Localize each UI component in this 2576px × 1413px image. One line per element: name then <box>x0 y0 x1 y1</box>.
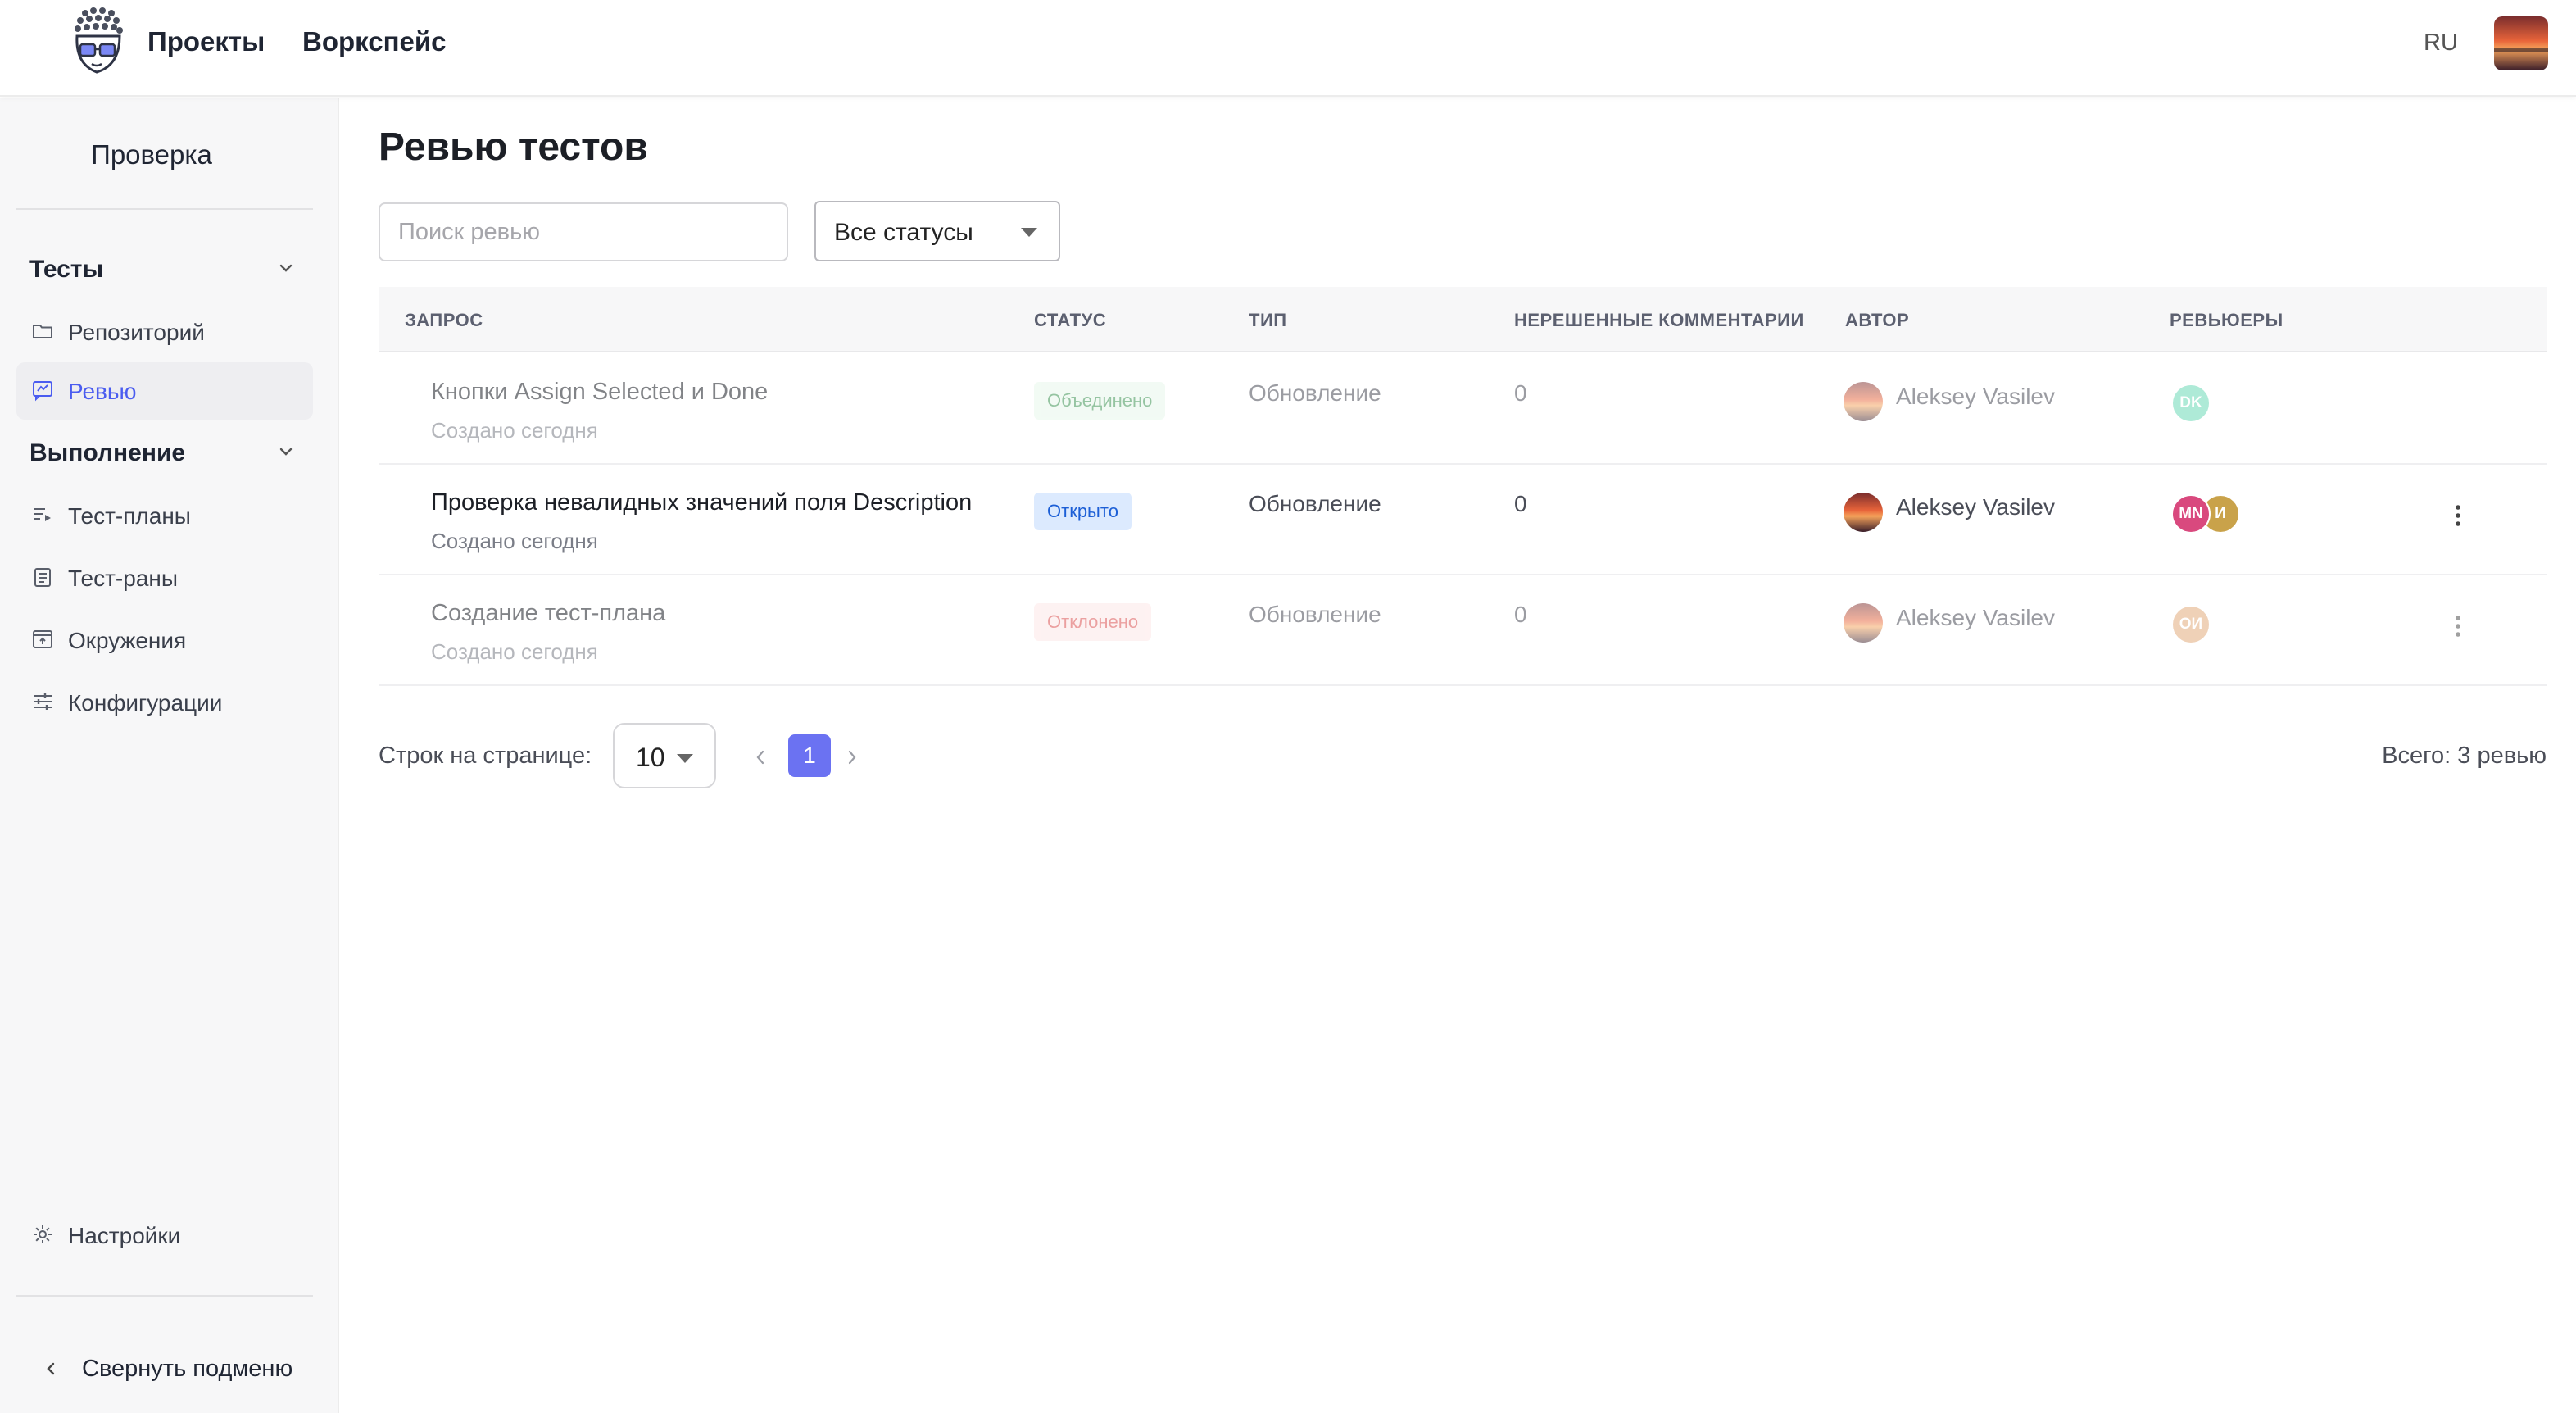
review-icon <box>31 379 54 402</box>
reviewer-avatar: ОИ <box>2171 605 2211 644</box>
review-title[interactable]: Проверка невалидных значений поля Descri… <box>431 489 972 516</box>
status-filter-select[interactable]: Все статусы <box>814 201 1060 261</box>
sidebar-divider <box>16 1295 313 1297</box>
pagination-page-button[interactable]: 1 <box>788 734 831 777</box>
status-badge: Объединено <box>1034 382 1166 420</box>
total-count: Всего: 3 ревью <box>2382 743 2547 769</box>
sidebar-item-configurations[interactable]: Конфигурации <box>16 674 313 731</box>
app-logo[interactable] <box>69 7 128 77</box>
page-title: Ревью тестов <box>379 125 648 169</box>
sidebar-section-execution[interactable]: Выполнение <box>29 439 185 467</box>
review-created: Создано сегодня <box>431 418 598 443</box>
sidebar-item-review[interactable]: Ревью <box>16 362 313 420</box>
table-header: Запрос Статус Тип Нерешенные комментарии… <box>379 287 2547 352</box>
review-title[interactable]: Кнопки Assign Selected и Done <box>431 379 768 406</box>
clipboard-icon <box>31 566 54 588</box>
sidebar-project-title: Проверка <box>91 139 212 170</box>
author-avatar <box>1844 603 1883 643</box>
sidebar: Проверка Тесты Репозиторий Ревью Выполне… <box>0 98 339 1413</box>
sidebar-divider <box>16 208 313 210</box>
window-icon <box>31 628 54 651</box>
review-type: Обновление <box>1249 380 1381 406</box>
sidebar-item-label: Настройки <box>68 1223 181 1248</box>
reviewer-avatar: MN <box>2171 494 2211 534</box>
column-header-request[interactable]: Запрос <box>405 310 483 331</box>
sidebar-item-label: Ревью <box>68 379 137 404</box>
table-row[interactable]: Создание тест-плана Создано сегодня Откл… <box>379 575 2547 686</box>
rows-per-page-select[interactable]: 10 <box>613 723 716 788</box>
more-actions-icon[interactable] <box>2450 611 2466 641</box>
sliders-icon <box>31 690 54 713</box>
sidebar-item-test-plans[interactable]: Тест-планы <box>16 487 313 544</box>
sidebar-item-label: Окружения <box>68 628 187 653</box>
status-filter-value: Все статусы <box>834 219 973 246</box>
collapse-submenu-button[interactable]: Свернуть подменю <box>33 1344 311 1393</box>
main-content: Ревью тестов Все статусы Запрос Статус Т… <box>341 98 2576 1413</box>
column-header-comments[interactable]: Нерешенные комментарии <box>1514 310 1804 331</box>
rows-per-page-label: Строк на странице: <box>379 743 592 769</box>
status-badge: Открыто <box>1034 493 1132 530</box>
chevron-right-icon[interactable] <box>842 746 862 769</box>
list-icon <box>31 503 54 526</box>
more-actions-icon[interactable] <box>2450 501 2466 530</box>
author-name: Aleksey Vasilev <box>1896 605 2056 630</box>
review-created: Создано сегодня <box>431 639 598 664</box>
chevron-left-icon <box>41 1359 61 1379</box>
caret-down-icon <box>1021 228 1037 237</box>
author-name: Aleksey Vasilev <box>1896 384 2056 409</box>
sidebar-item-repository[interactable]: Репозиторий <box>16 303 313 361</box>
review-type: Обновление <box>1249 491 1381 516</box>
chevron-down-icon[interactable] <box>275 257 297 279</box>
sidebar-item-label: Конфигурации <box>68 690 223 716</box>
column-header-reviewers[interactable]: Ревьюеры <box>2170 310 2283 331</box>
table-row[interactable]: Кнопки Assign Selected и Done Создано се… <box>379 354 2547 465</box>
folder-icon <box>31 320 54 343</box>
caret-down-icon <box>677 754 693 763</box>
author-avatar <box>1844 493 1883 532</box>
status-badge: Отклонено <box>1034 603 1152 641</box>
author-name: Aleksey Vasilev <box>1896 494 2056 520</box>
unresolved-comments-count: 0 <box>1514 491 1527 516</box>
gear-icon <box>31 1223 54 1246</box>
column-header-type[interactable]: Тип <box>1249 310 1287 331</box>
top-bar: Проекты Воркспейс RU <box>0 0 2576 97</box>
sidebar-item-label: Тест-планы <box>68 503 191 529</box>
sidebar-item-label: Репозиторий <box>68 320 205 345</box>
author-avatar <box>1844 382 1883 421</box>
unresolved-comments-count: 0 <box>1514 380 1527 406</box>
unresolved-comments-count: 0 <box>1514 602 1527 627</box>
table-row[interactable]: Проверка невалидных значений поля Descri… <box>379 465 2547 575</box>
nav-projects[interactable]: Проекты <box>147 26 265 57</box>
review-created: Создано сегодня <box>431 529 598 553</box>
collapse-submenu-label: Свернуть подменю <box>82 1356 293 1382</box>
language-switcher[interactable]: RU <box>2424 30 2458 57</box>
review-title[interactable]: Создание тест-плана <box>431 600 665 627</box>
column-header-status[interactable]: Статус <box>1034 310 1106 331</box>
sidebar-item-test-runs[interactable]: Тест-раны <box>16 549 313 607</box>
sidebar-section-tests[interactable]: Тесты <box>29 256 103 284</box>
nav-workspace[interactable]: Воркспейс <box>302 26 447 57</box>
chevron-left-icon[interactable] <box>751 746 770 769</box>
user-avatar[interactable] <box>2494 16 2548 70</box>
review-type: Обновление <box>1249 602 1381 627</box>
reviewer-avatar: DK <box>2171 384 2211 423</box>
search-input[interactable] <box>379 202 788 261</box>
column-header-author[interactable]: Автор <box>1845 310 1909 331</box>
chevron-down-icon[interactable] <box>275 441 297 462</box>
rows-per-page-value: 10 <box>636 743 665 772</box>
sidebar-item-environments[interactable]: Окружения <box>16 611 313 669</box>
sidebar-item-label: Тест-раны <box>68 566 178 591</box>
sidebar-item-settings[interactable]: Настройки <box>16 1206 313 1264</box>
